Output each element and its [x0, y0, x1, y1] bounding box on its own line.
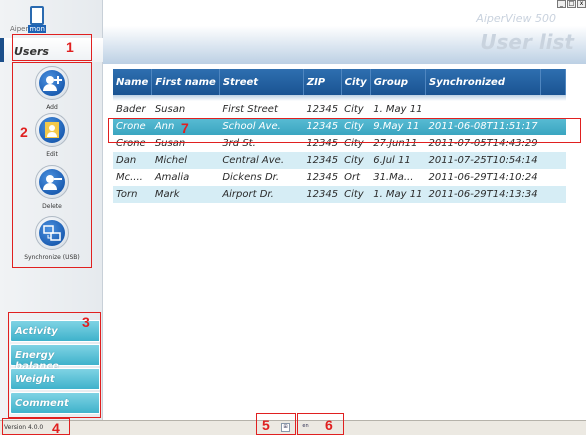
annotation-box-1	[12, 34, 92, 61]
cell-street: Dickens Dr.	[222, 172, 280, 183]
column-header-filler	[540, 69, 567, 95]
cell-name: Bader	[116, 104, 146, 115]
cell-city: City	[344, 104, 364, 115]
header: AiperView 500 User list _ □ x	[103, 0, 586, 64]
annotation-number-4: 4	[52, 420, 60, 435]
cell-filler	[541, 186, 566, 203]
cell-first-name: Susan	[154, 104, 186, 115]
maximize-button[interactable]: □	[567, 0, 576, 8]
cell-zip: 12345	[306, 104, 339, 115]
annotation-number-2: 2	[20, 124, 28, 140]
cell-street: First Street	[222, 104, 278, 115]
table-header-row: Name First name Street ZIP City Group Sy…	[113, 69, 567, 95]
cell-group: 31.Ma...	[373, 172, 414, 183]
app-logo: Aipermon	[10, 6, 70, 36]
column-header-city[interactable]: City	[341, 69, 371, 95]
annotation-box-6	[297, 413, 344, 435]
column-header-first-name[interactable]: First name	[151, 69, 220, 95]
annotation-number-1: 1	[66, 39, 74, 55]
cell-filler	[541, 95, 566, 118]
cell-synchronized	[426, 95, 541, 118]
cell-name: Torn	[116, 189, 138, 200]
annotation-box-7	[108, 118, 581, 143]
column-header-synchronized[interactable]: Synchronized	[425, 69, 542, 95]
cell-synchronized: 2011-07-25T10:54:14	[428, 155, 538, 166]
cell-zip: 12345	[306, 155, 339, 166]
column-header-street[interactable]: Street	[219, 69, 304, 95]
window-controls: _ □ x	[557, 0, 586, 8]
annotation-number-5: 5	[262, 417, 270, 433]
minimize-button[interactable]: _	[557, 0, 566, 8]
cell-city: City	[344, 189, 364, 200]
cell-group: 1. May 11	[373, 104, 423, 115]
cell-street: Central Ave.	[222, 155, 284, 166]
annotation-number-7: 7	[181, 120, 189, 136]
annotation-number-3: 3	[82, 314, 90, 330]
column-header-zip[interactable]: ZIP	[303, 69, 342, 95]
table-row[interactable]: Dan Michel Central Ave. 12345 City 6.Jul…	[113, 152, 566, 169]
close-button[interactable]: x	[577, 0, 586, 8]
cell-first-name: Amalia	[154, 172, 190, 183]
cell-street: Airport Dr.	[222, 189, 274, 200]
cell-zip: 12345	[306, 189, 339, 200]
annotation-box-2	[12, 62, 92, 268]
cell-name: Dan	[116, 155, 137, 166]
cell-first-name: Mark	[154, 189, 180, 200]
cell-group: 1. May 11	[373, 189, 423, 200]
cell-filler	[541, 152, 566, 169]
annotation-number-6: 6	[325, 417, 333, 433]
cell-city: Ort	[344, 172, 361, 183]
app-name: AiperView 500	[476, 12, 556, 25]
cell-synchronized: 2011-06-29T14:13:34	[428, 189, 538, 200]
table-row[interactable]: Torn Mark Airport Dr. 12345 City 1. May …	[113, 186, 566, 203]
table-row[interactable]: Bader Susan First Street 12345 City 1. M…	[113, 95, 566, 118]
cell-name: Mc....	[116, 172, 143, 183]
cell-group: 6.Jul 11	[373, 155, 411, 166]
cell-synchronized: 2011-06-29T14:10:24	[428, 172, 538, 183]
page-title: User list	[480, 30, 574, 54]
cell-filler	[541, 169, 566, 186]
column-header-group[interactable]: Group	[370, 69, 427, 95]
cell-first-name: Michel	[154, 155, 188, 166]
column-header-name[interactable]: Name	[113, 69, 153, 95]
cell-city: City	[344, 155, 364, 166]
cell-zip: 12345	[306, 172, 339, 183]
table-row[interactable]: Mc.... Amalia Dickens Dr. 12345 Ort 31.M…	[113, 169, 566, 186]
